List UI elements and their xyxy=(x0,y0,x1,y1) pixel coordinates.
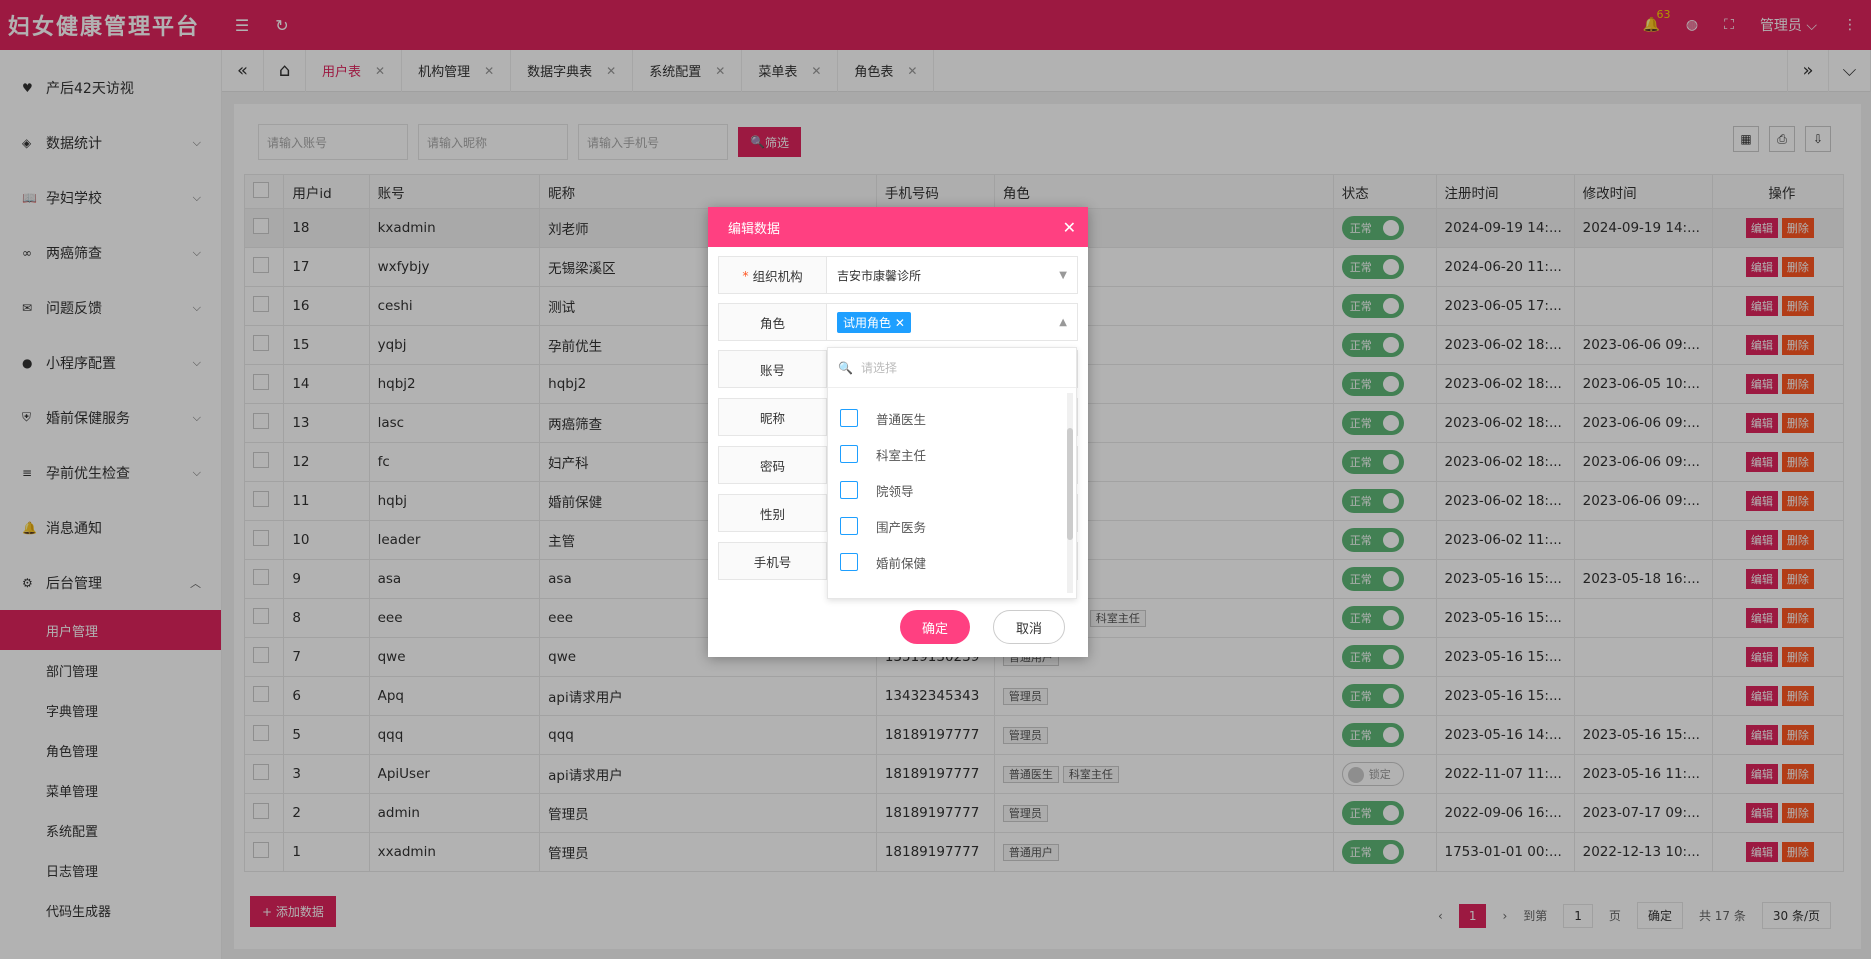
role-dropdown: 🔍 请选择 普通医生科室主任院领导围产医务婚前保健 xyxy=(827,347,1077,599)
chevron-down-icon: ▼ xyxy=(1059,269,1067,281)
role-option-label: 普通医生 xyxy=(876,411,927,427)
role-field[interactable]: 角色 试用角色 ✕ ▲ xyxy=(718,303,1078,341)
role-option[interactable]: 普通医生 xyxy=(828,400,1076,436)
modal-title: 编辑数据 xyxy=(728,221,781,237)
checkbox[interactable] xyxy=(840,481,858,499)
role-option-label: 科室主任 xyxy=(876,447,927,463)
checkbox[interactable] xyxy=(840,517,858,535)
org-select[interactable]: 吉安市康馨诊所 xyxy=(837,267,921,284)
field-label: 密码 xyxy=(719,447,827,483)
scrollbar-thumb[interactable] xyxy=(1067,428,1073,540)
field-label: 昵称 xyxy=(719,399,827,435)
role-option[interactable]: 婚前保健 xyxy=(828,544,1076,580)
field-label: 性别 xyxy=(719,495,827,531)
chevron-up-icon: ▲ xyxy=(1059,316,1067,328)
role-option[interactable]: 院领导 xyxy=(828,472,1076,508)
role-option[interactable]: 围产医务 xyxy=(828,508,1076,544)
confirm-button[interactable]: 确定 xyxy=(900,610,971,644)
field-label: 账号 xyxy=(719,351,827,387)
role-option-label: 围产医务 xyxy=(876,519,927,535)
field-label: 手机号 xyxy=(719,543,827,579)
selected-role-tag[interactable]: 试用角色 ✕ xyxy=(837,311,911,333)
checkbox[interactable] xyxy=(840,409,858,427)
close-icon[interactable]: ✕ xyxy=(1063,218,1076,237)
org-field[interactable]: * 组织机构 吉安市康馨诊所 ▼ xyxy=(718,256,1078,294)
checkbox[interactable] xyxy=(840,445,858,463)
role-option[interactable]: 科室主任 xyxy=(828,436,1076,472)
role-option-label: 院领导 xyxy=(876,483,914,499)
cancel-button[interactable]: 取消 xyxy=(993,610,1066,644)
checkbox[interactable] xyxy=(840,553,858,571)
role-option-label: 婚前保健 xyxy=(876,555,927,571)
search-icon: 🔍 xyxy=(838,360,853,375)
role-search-input[interactable]: 请选择 xyxy=(861,359,897,376)
